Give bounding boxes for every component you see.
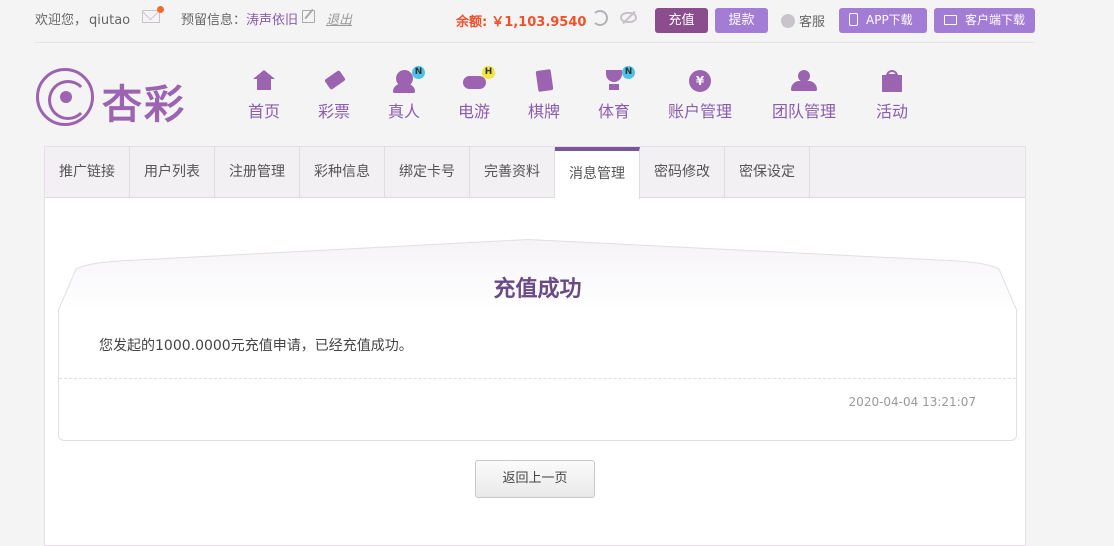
yen-coin-icon: ¥	[689, 70, 711, 92]
nav-label: 首页	[248, 102, 281, 121]
nav-home[interactable]: 首页	[248, 70, 280, 122]
tab-user-list[interactable]: 用户列表	[130, 147, 215, 198]
message-divider	[59, 378, 1016, 379]
nav-team[interactable]: 团队管理	[772, 70, 836, 122]
hot-badge: H	[482, 66, 495, 79]
phone-icon	[849, 13, 858, 26]
nav-label: 棋牌	[528, 102, 561, 121]
top-divider	[35, 42, 1035, 43]
tab-security-question[interactable]: 密保设定	[725, 147, 810, 198]
new-badge: N	[412, 66, 425, 79]
balance-label: 余额:	[456, 15, 488, 30]
trophy-icon: N	[603, 66, 635, 92]
nav-egames[interactable]: H 电游	[458, 66, 495, 122]
customer-service-link[interactable]: 客服	[781, 11, 825, 30]
withdraw-button[interactable]: 提款	[715, 8, 768, 33]
top-bar: 欢迎您， qiutao 预留信息：涛声依旧 退出 余额: ￥1,103.9540 充…	[0, 0, 1114, 42]
tab-messages[interactable]: 消息管理	[555, 147, 640, 199]
username[interactable]: qiutao	[89, 13, 130, 28]
service-icon	[781, 14, 795, 28]
nav-lottery[interactable]: 彩票	[318, 69, 351, 122]
message-body: 您发起的1000.0000元充值申请，已经充值成功。	[99, 338, 413, 354]
recharge-button[interactable]: 充值	[655, 8, 708, 33]
nav-label: 活动	[876, 102, 909, 121]
team-icon	[791, 70, 817, 92]
client-download-label: 客户端下载	[965, 13, 1026, 27]
gift-icon	[881, 70, 903, 92]
tab-bind-card[interactable]: 绑定卡号	[385, 147, 470, 198]
nav-label: 团队管理	[772, 102, 837, 121]
app-download-label: APP下载	[866, 13, 913, 27]
balance-value: ￥1,103.9540	[491, 15, 587, 30]
nav-label: 体育	[598, 102, 631, 121]
hide-balance-icon[interactable]	[620, 12, 637, 23]
logo-text: 杏彩	[102, 82, 186, 128]
home-icon	[253, 70, 275, 92]
content-panel: 推广链接 用户列表 注册管理 彩种信息 绑定卡号 完善资料 消息管理 密码修改 …	[44, 146, 1026, 546]
nav-live[interactable]: N 真人	[388, 66, 425, 122]
new-badge: N	[622, 66, 635, 79]
tab-password[interactable]: 密码修改	[640, 147, 725, 198]
welcome-label: 欢迎您，	[35, 13, 88, 28]
client-download-button[interactable]: 客户端下载	[934, 8, 1035, 33]
message-title: 充值成功	[493, 277, 582, 302]
tab-promo-link[interactable]: 推广链接	[45, 147, 130, 198]
app-download-button[interactable]: APP下载	[839, 8, 927, 33]
nav-label: 真人	[388, 102, 421, 121]
welcome-text: 欢迎您， qiutao	[35, 9, 130, 28]
logo-emblem-icon	[36, 68, 94, 126]
live-dealer-icon: N	[393, 66, 425, 93]
message-card: 您发起的1000.0000元充值申请，已经充值成功。 2020-04-04 13…	[58, 309, 1017, 441]
logout-link[interactable]: 退出	[326, 9, 352, 28]
reserve-info: 预留信息：涛声依旧	[181, 9, 298, 28]
tab-profile[interactable]: 完善资料	[470, 147, 555, 198]
refresh-icon[interactable]	[592, 10, 608, 26]
tab-register-manage[interactable]: 注册管理	[215, 147, 300, 198]
nav-promotions[interactable]: 活动	[876, 70, 908, 122]
back-button[interactable]: 返回上一页	[475, 460, 595, 498]
reserve-label: 预留信息：	[181, 13, 247, 28]
edit-icon[interactable]	[302, 10, 315, 23]
site-logo[interactable]: 杏彩	[36, 68, 186, 128]
mail-icon[interactable]	[142, 6, 164, 23]
monitor-icon	[944, 15, 957, 25]
nav-label: 彩票	[318, 102, 351, 121]
nav-label: 账户管理	[668, 102, 733, 121]
message-date: 2020-04-04 13:21:07	[848, 395, 976, 409]
message-envelope: 充值成功 您发起的1000.0000元充值申请，已经充值成功。 2020-04-…	[58, 239, 1017, 441]
reserve-value: 涛声依旧	[246, 13, 299, 28]
nav-chess[interactable]: 棋牌	[528, 69, 561, 122]
tab-bar: 推广链接 用户列表 注册管理 彩种信息 绑定卡号 完善资料 消息管理 密码修改 …	[45, 147, 1025, 199]
nav-sports[interactable]: N 体育	[598, 66, 635, 122]
tab-lottery-info[interactable]: 彩种信息	[300, 147, 385, 198]
ticket-icon	[323, 69, 346, 92]
cards-icon	[533, 69, 555, 92]
unread-dot	[157, 6, 164, 13]
service-label: 客服	[799, 15, 826, 30]
nav-label: 电游	[458, 102, 491, 121]
balance: 余额: ￥1,103.9540	[456, 11, 586, 30]
nav-account[interactable]: ¥ 账户管理	[668, 70, 732, 122]
gamepad-icon: H	[463, 66, 495, 92]
